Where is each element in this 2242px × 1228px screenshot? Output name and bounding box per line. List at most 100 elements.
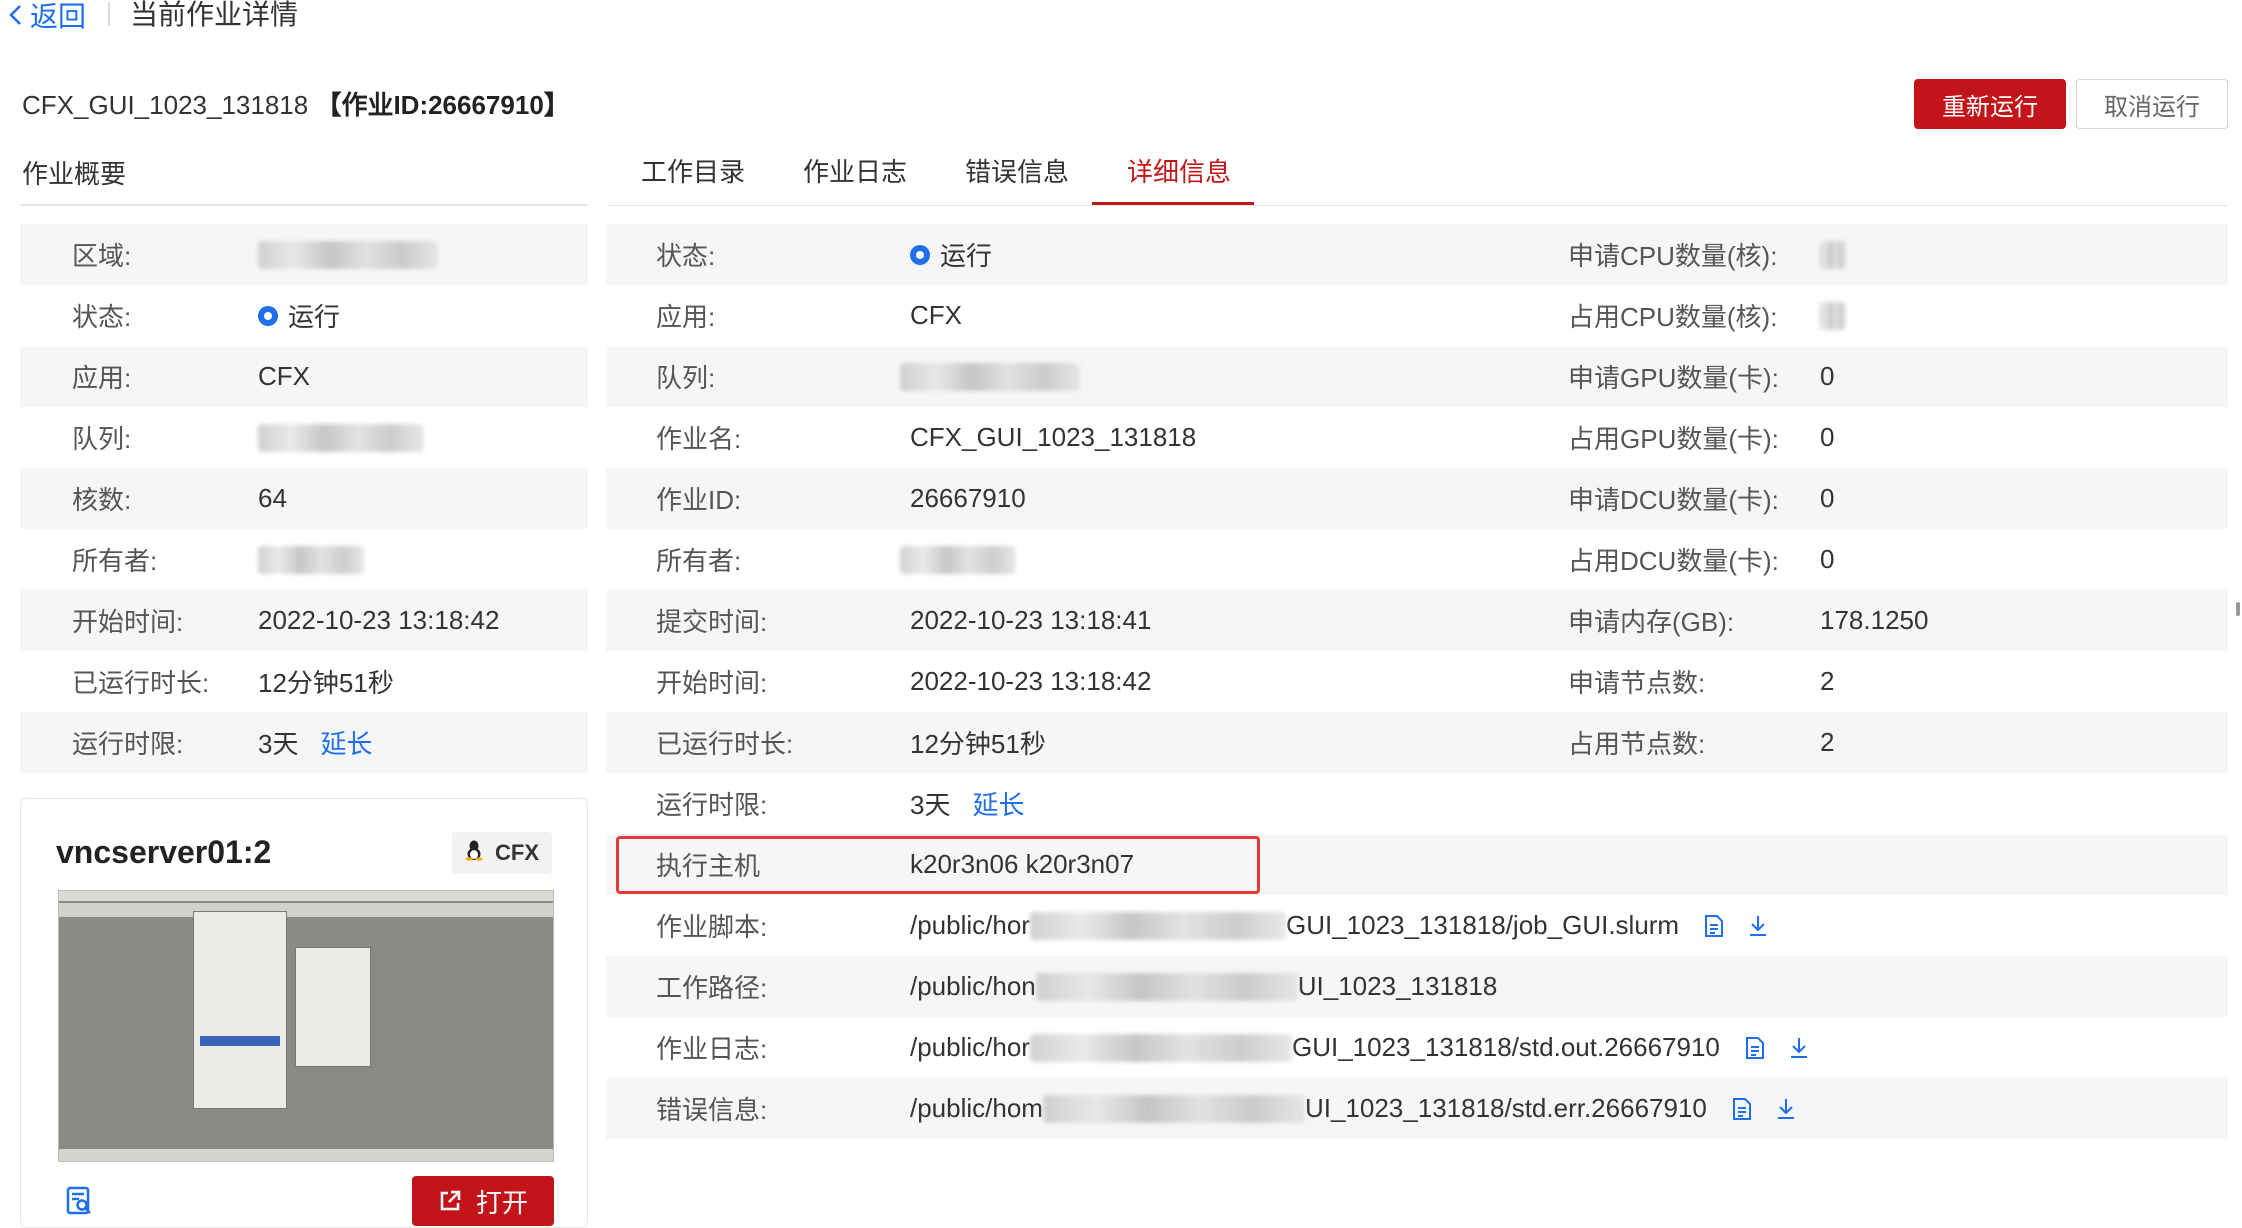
detail-label: 运行时限: [656,790,768,820]
open-vnc-label: 打开 [475,1187,528,1218]
redacted-value [258,240,438,269]
view-file-icon[interactable] [1731,1097,1753,1121]
redacted-value [1029,911,1286,940]
redacted-value [1029,1033,1292,1062]
summary-row-elapsed: 已运行时长: 12分钟51秒 [20,651,588,712]
detail-row: 工作路径: /public/hon UI_1023_131818 [606,956,2228,1017]
detail-row: 错误信息: /public/hom UI_1023_131818/std.err… [606,1078,2228,1139]
detail-row: 开始时间: 2022-10-23 13:18:42 申请节点数: 2 [606,651,2228,712]
time-limit-text: 3天 [258,729,299,759]
path-prefix: /public/hor [910,910,1030,940]
detail-label: 工作路径: [656,973,768,1003]
view-file-icon[interactable] [1744,1036,1766,1060]
detail-label: 作业名: [656,424,742,454]
redacted-value [258,423,424,452]
summary-value-app: CFX [258,361,310,391]
job-name: CFX_GUI_1023_131818 [22,90,309,120]
summary-value-queue [258,423,424,452]
detail-label: 开始时间: [656,668,768,698]
detail-tabs: 工作目录 作业日志 错误信息 详细信息 [608,152,2228,206]
extend-link[interactable]: 延长 [320,724,372,761]
detail-row: 作业ID: 26667910 申请DCU数量(卡): 0 [606,468,2228,529]
vnc-desktop-thumbnail[interactable] [58,890,554,1162]
download-icon[interactable] [1747,914,1769,938]
detail-value-status: 运行 [910,224,992,285]
detail-table: 状态: 运行 申请CPU数量(核): 应用: CFX 占用CPU数量(核): 队… [606,224,2228,1139]
detail-label: 错误信息: [656,1095,768,1125]
running-status-icon [910,244,930,265]
redacted-value [900,545,1016,574]
path-suffix: UI_1023_131818 [1297,971,1498,1001]
running-status-icon [258,305,278,326]
detail-row: 提交时间: 2022-10-23 13:18:41 申请内存(GB): 178.… [606,590,2228,651]
detail-value-cpu-used [1820,285,1846,346]
tab-work-directory[interactable]: 工作目录 [638,152,748,204]
session-detail-icon[interactable] [64,1186,94,1216]
detail-label: 作业ID: [656,485,742,515]
status-text: 运行 [940,241,993,271]
detail-label: 作业脚本: [656,912,768,942]
path-prefix: /public/hon [910,971,1036,1001]
download-icon[interactable] [1775,1097,1797,1121]
breadcrumb: 当前作业详情 [130,0,299,30]
detail-value-job-name: CFX_GUI_1023_131818 [910,422,1197,452]
redacted-value [1820,301,1846,330]
summary-divider [20,204,588,206]
detail-value-error-file: /public/hom UI_1023_131818/std.err.26667… [910,1078,1797,1139]
back-link[interactable]: 返回 [8,0,86,32]
summary-row-region: 区域: [20,224,588,285]
detail-label: 申请GPU数量(卡): [1568,363,1779,393]
detail-label: 占用CPU数量(核): [1568,302,1778,332]
path-suffix: GUI_1023_131818/job_GUI.slurm [1285,910,1680,940]
chevron-left-icon [9,5,21,25]
path-suffix: UI_1023_131818/std.err.26667910 [1304,1093,1707,1123]
redacted-value [1820,240,1846,269]
job-title: CFX_GUI_1023_131818 【作业ID:26667910】 [22,88,570,122]
detail-value-nodes-requested: 2 [1820,666,1835,696]
summary-title: 作业概要 [22,159,127,189]
detail-row: 运行时限: 3天 延长 [606,773,2228,834]
detail-value-submit-time: 2022-10-23 13:18:41 [910,605,1152,635]
path-prefix: /public/hor [910,1032,1030,1062]
detail-label: 状态: [656,241,716,271]
detail-label: 申请CPU数量(核): [1568,241,1778,271]
detail-value-time-limit: 3天 延长 [910,773,1024,834]
app-badge: CFX [452,832,552,874]
detail-label: 应用: [656,302,716,332]
detail-label: 提交时间: [656,607,768,637]
detail-label: 作业日志: [656,1034,768,1064]
summary-label: 核数: [72,485,132,515]
summary-label: 所有者: [72,546,158,576]
detail-label: 占用节点数: [1568,729,1706,759]
cancel-run-button[interactable]: 取消运行 [2076,79,2228,129]
detail-value-job-id: 26667910 [910,483,1026,513]
summary-label: 开始时间: [72,607,184,637]
extend-link[interactable]: 延长 [972,785,1024,822]
detail-value-queue [900,346,1080,407]
path-suffix: GUI_1023_131818/std.out.26667910 [1291,1032,1720,1062]
tab-detail-info[interactable]: 详细信息 [1124,152,1234,204]
scrollbar-indicator[interactable] [2236,602,2240,616]
download-icon[interactable] [1788,1036,1810,1060]
detail-row: 作业日志: /public/hor GUI_1023_131818/std.ou… [606,1017,2228,1078]
summary-label: 状态: [72,302,132,332]
summary-row-time-limit: 运行时限: 3天 延长 [20,712,588,773]
app-badge-label: CFX [495,840,539,865]
detail-row: 队列: 申请GPU数量(卡): 0 [606,346,2228,407]
summary-table: 区域: 状态: 运行 应用: CFX 队列: 核数: 64 所有者: 开始时间:… [20,224,588,773]
detail-label: 申请节点数: [1568,668,1706,698]
detail-value-job-log: /public/hor GUI_1023_131818/std.out.2666… [910,1017,1810,1078]
view-file-icon[interactable] [1703,914,1725,938]
rerun-button[interactable]: 重新运行 [1914,79,2066,129]
detail-value-app: CFX [910,300,962,330]
detail-row: 状态: 运行 申请CPU数量(核): [606,224,2228,285]
detail-value-job-script: /public/hor GUI_1023_131818/job_GUI.slur… [910,895,1769,956]
open-vnc-button[interactable]: 打开 [412,1176,554,1226]
tab-job-log[interactable]: 作业日志 [800,152,910,204]
summary-value-time-limit: 3天 延长 [258,724,372,761]
summary-label: 应用: [72,363,132,393]
detail-row: 作业名: CFX_GUI_1023_131818 占用GPU数量(卡): 0 [606,407,2228,468]
summary-row-status: 状态: 运行 [20,285,588,346]
tab-error-info[interactable]: 错误信息 [962,152,1072,204]
detail-label: 所有者: [656,546,742,576]
